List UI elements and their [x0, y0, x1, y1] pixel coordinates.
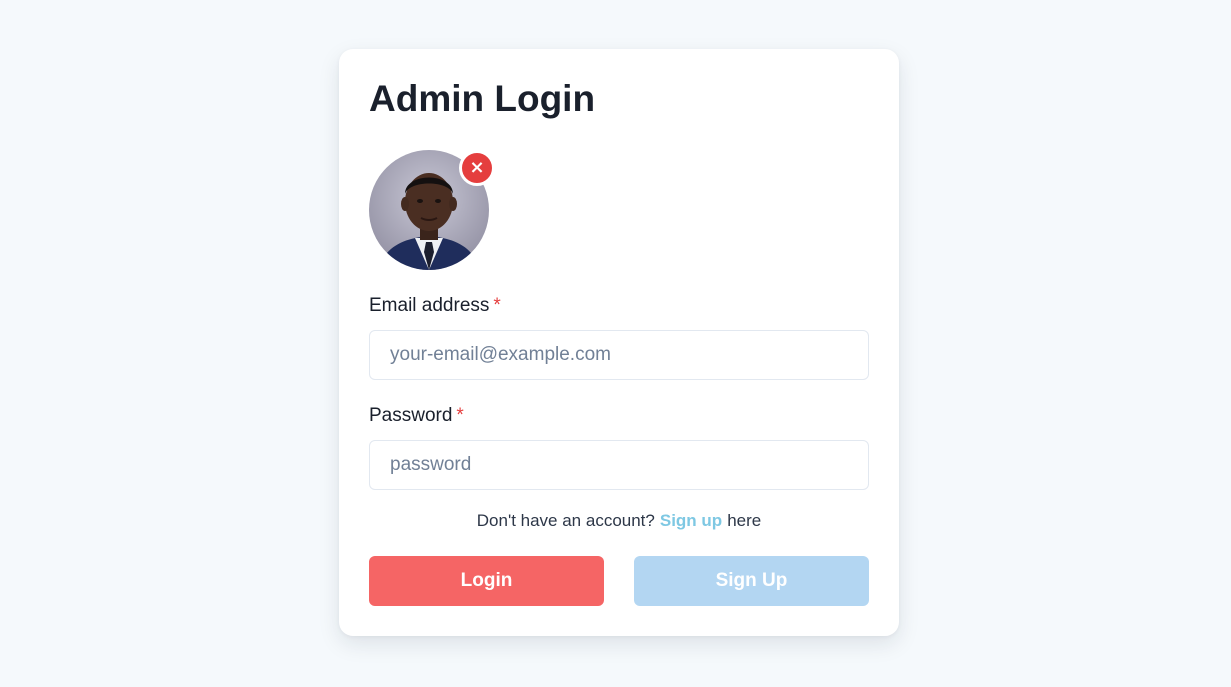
password-label: Password * [369, 405, 464, 427]
email-input[interactable] [369, 330, 869, 380]
login-card: Admin Login × Email address * your-email… [339, 49, 899, 636]
password-input[interactable] [369, 440, 869, 490]
signup-button[interactable]: Sign Up [634, 556, 869, 606]
remove-avatar-button[interactable]: × [459, 150, 495, 186]
signup-hint-suffix: here [727, 511, 762, 530]
login-button[interactable]: Login [369, 556, 604, 606]
signup-hint-prefix: Don't have an account? [476, 511, 655, 530]
avatar-container: × [369, 150, 495, 270]
close-icon: × [469, 157, 485, 178]
required-mark: * [493, 295, 501, 316]
email-label-text: Email address [369, 295, 490, 316]
signup-link[interactable]: Sign up [660, 511, 722, 530]
email-label: Email address * [369, 295, 501, 317]
password-label-text: Password [369, 405, 453, 426]
page-title: Admin Login [369, 78, 596, 119]
required-mark: * [456, 405, 464, 426]
signup-hint: Don't have an account? Sign up here [369, 511, 869, 531]
